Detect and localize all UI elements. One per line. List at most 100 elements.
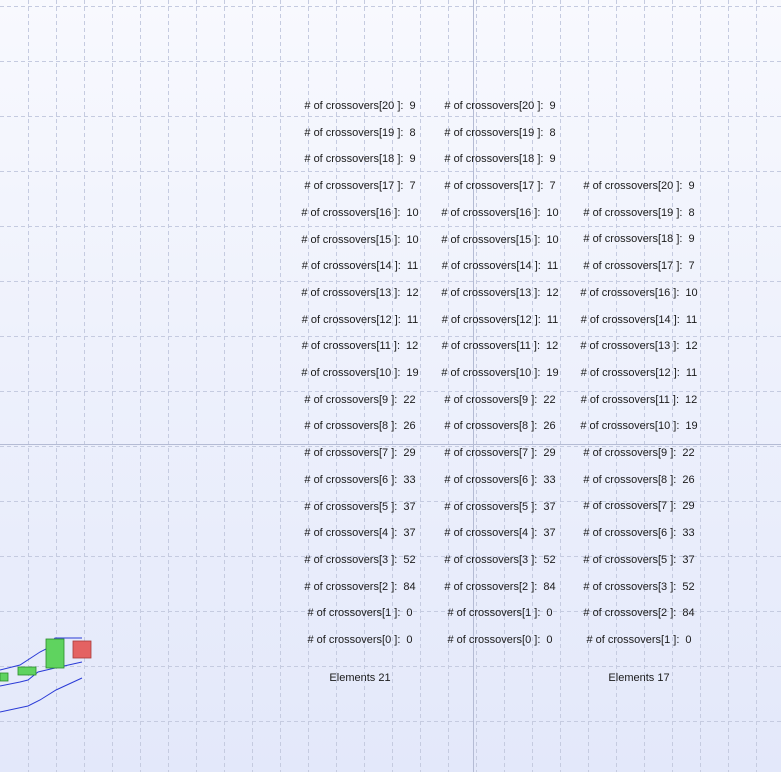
crossover-row: # of crossovers[16 ]: 10 (441, 206, 559, 219)
crossover-value: 12 (685, 340, 698, 353)
crossover-label: # of crossovers (583, 260, 658, 273)
crossover-value: 10 (546, 233, 559, 246)
crossover-index: 8 (661, 473, 668, 486)
crossover-value: 0 (546, 607, 553, 620)
crossover-index: 12 (379, 313, 392, 326)
crossover-value: 11 (406, 260, 419, 273)
crossover-index: 7 (382, 447, 389, 460)
crossover-label: # of crossovers (583, 233, 658, 246)
crossover-index: 16 (657, 286, 671, 299)
crossover-index: 9 (661, 447, 668, 459)
crossover-value: 9 (549, 100, 556, 112)
crossover-row: # of crossovers[3 ]: 52 (583, 580, 695, 593)
crossover-index: 12 (519, 313, 532, 326)
crossover-row: # of crossovers[0 ]: 0 (447, 634, 553, 646)
crossover-value: 10 (685, 286, 698, 299)
crossover-index: 10 (378, 367, 392, 379)
chart-canvas[interactable] (0, 0, 781, 772)
crossover-value: 8 (688, 206, 695, 219)
crossover-row: # of crossovers[19 ]: 8 (583, 206, 695, 219)
crossover-label: # of crossovers (304, 527, 379, 540)
crossover-row: # of crossovers[11 ]: 12 (441, 340, 559, 353)
crossover-row: # of crossovers[12 ]: 11 (580, 366, 698, 379)
crossover-index: 16 (518, 206, 532, 219)
crossover-row: # of crossovers[4 ]: 37 (444, 527, 556, 540)
crossover-row: # of crossovers[18 ]: 9 (583, 233, 695, 246)
crossover-index: 20 (522, 100, 535, 112)
crossover-index: 16 (378, 206, 392, 219)
crossover-label: # of crossovers (583, 527, 658, 540)
crossover-label: # of crossovers (301, 340, 377, 353)
crossover-label: # of crossovers (444, 100, 519, 112)
elements-count-label-1: Elements 21 (329, 672, 391, 684)
crossover-label: # of crossovers (441, 206, 516, 219)
crossover-label: # of crossovers (441, 260, 517, 273)
crossover-row: # of crossovers[11 ]: 12 (301, 340, 419, 353)
crossover-label: # of crossovers (583, 447, 658, 459)
crossover-label: # of crossovers (583, 206, 658, 219)
crossover-row: # of crossovers[13 ]: 12 (441, 286, 559, 299)
crossover-row: # of crossovers[7 ]: 29 (444, 447, 556, 460)
crossover-index: 15 (378, 233, 392, 246)
crossover-value: 12 (406, 286, 419, 299)
crossover-row: # of crossovers[13 ]: 12 (301, 286, 419, 299)
crossover-index: 3 (382, 553, 389, 566)
crossover-index: 14 (379, 260, 392, 273)
candle-up (45, 638, 65, 669)
crossover-index: 19 (661, 206, 674, 219)
crossover-row: # of crossovers[5 ]: 37 (444, 500, 556, 513)
crossover-row: # of crossovers[12 ]: 11 (301, 313, 419, 326)
crossover-row: # of crossovers[8 ]: 26 (444, 420, 556, 433)
crossover-index: 20 (382, 100, 395, 112)
crossover-label: # of crossovers (307, 607, 383, 620)
crossover-index: 7 (661, 500, 668, 513)
crossover-row: # of crossovers[20 ]: 9 (583, 180, 695, 192)
crossover-row: # of crossovers[1 ]: 0 (447, 607, 553, 620)
crossover-row: # of crossovers[14 ]: 11 (441, 260, 559, 273)
crossover-index: 12 (658, 366, 671, 379)
crossover-row: # of crossovers[1 ]: 0 (586, 633, 692, 646)
crossover-value: 37 (543, 500, 556, 513)
crossover-row: # of crossovers[17 ]: 7 (583, 260, 695, 273)
crossover-value: 52 (543, 553, 556, 566)
crossover-value: 9 (688, 233, 695, 246)
crossover-value: 10 (406, 233, 419, 246)
crossover-index: 6 (382, 473, 389, 486)
candle-up (17, 666, 37, 676)
crossover-value: 84 (403, 580, 416, 593)
crossover-index: 2 (661, 607, 668, 620)
crossover-index: 20 (661, 180, 674, 192)
crossover-index: 7 (522, 447, 529, 460)
crossover-label: # of crossovers (580, 420, 655, 433)
crossover-label: # of crossovers (304, 473, 379, 486)
crossover-value: 0 (406, 634, 413, 646)
crossover-label: # of crossovers (301, 233, 376, 246)
crossover-value: 26 (543, 420, 556, 433)
crossover-value: 37 (682, 553, 695, 566)
crossover-label: # of crossovers (304, 153, 379, 166)
crossover-value: 26 (403, 420, 416, 433)
crossover-row: # of crossovers[12 ]: 11 (441, 313, 559, 326)
crossover-value: 9 (409, 100, 416, 112)
crossover-label: # of crossovers (444, 393, 519, 406)
crossover-value: 29 (682, 500, 695, 513)
crossover-index: 18 (382, 153, 395, 166)
crossover-index: 3 (661, 580, 668, 593)
crossover-label: # of crossovers (580, 340, 655, 353)
crossover-label: # of crossovers (444, 553, 519, 566)
crossover-label: # of crossovers (444, 126, 519, 139)
crossover-label: # of crossovers (583, 180, 658, 192)
crossover-label: # of crossovers (441, 286, 516, 299)
crossover-index: 4 (522, 527, 529, 540)
crossover-value: 12 (406, 340, 419, 353)
crossover-index: 13 (518, 286, 532, 299)
crossover-row: # of crossovers[8 ]: 26 (304, 420, 416, 433)
crossover-row: # of crossovers[2 ]: 84 (444, 580, 556, 593)
crossover-value: 37 (403, 500, 416, 513)
crossover-index: 1 (385, 607, 392, 620)
crossover-value: 37 (543, 527, 556, 540)
crossover-value: 9 (549, 153, 556, 166)
crossover-label: # of crossovers (580, 393, 656, 406)
crossover-label: # of crossovers (444, 180, 519, 193)
crossover-index: 17 (522, 180, 535, 193)
